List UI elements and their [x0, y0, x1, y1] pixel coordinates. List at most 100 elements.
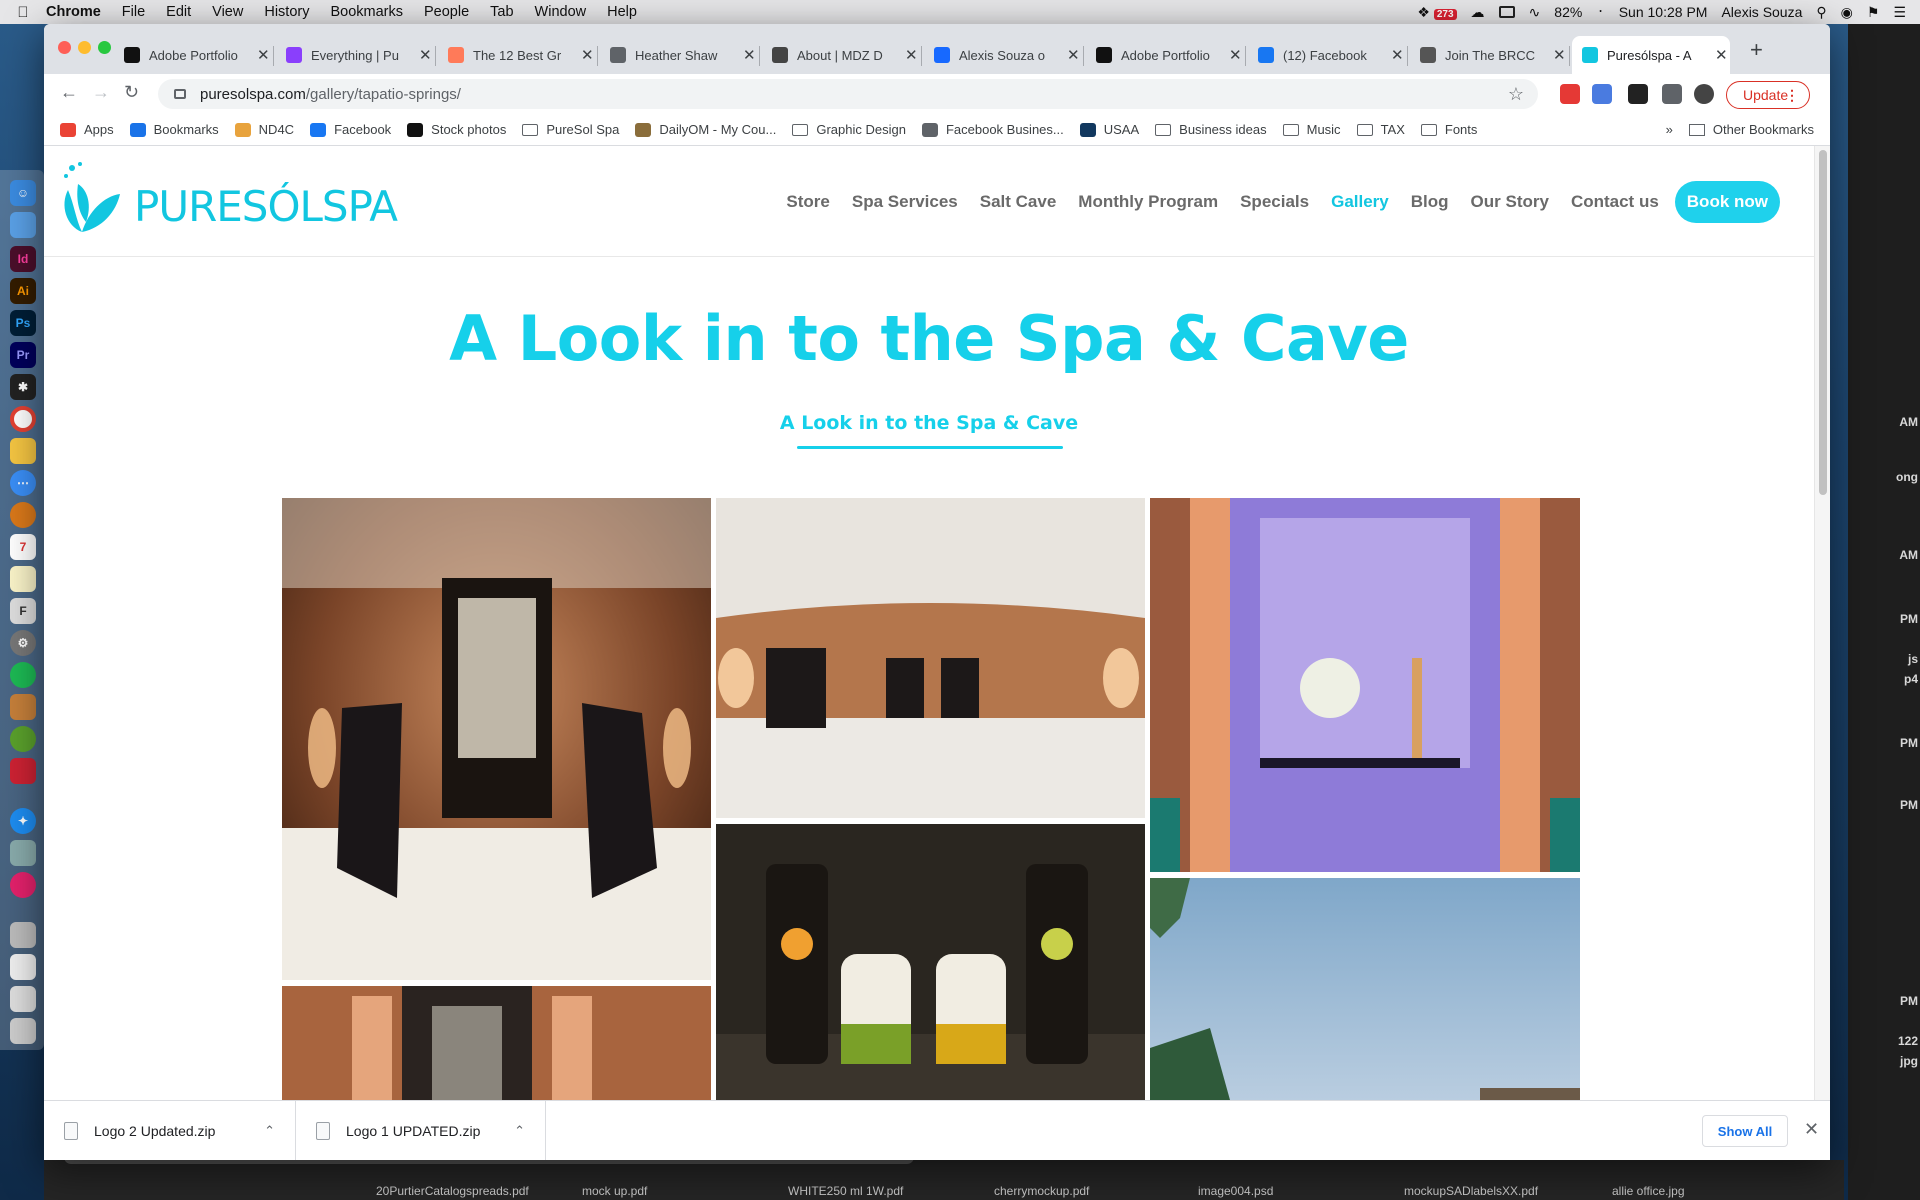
bookmark-item[interactable]: ND4C: [234, 122, 294, 137]
spotify-icon[interactable]: [10, 662, 36, 688]
reload-button[interactable]: ↻: [124, 82, 139, 103]
bookmark-item[interactable]: TAX: [1356, 122, 1405, 137]
premiere-icon[interactable]: Pr: [10, 342, 36, 368]
desktop-file-label[interactable]: mock up.pdf: [582, 1184, 647, 1198]
tab-close-icon[interactable]: ✕: [1229, 46, 1242, 64]
bookmark-item[interactable]: Music: [1282, 122, 1341, 137]
desktop-file-label[interactable]: 20PurtierCatalogspreads.pdf: [376, 1184, 529, 1198]
photoshop-icon[interactable]: Ps: [10, 310, 36, 336]
new-tab-button[interactable]: +: [1750, 37, 1763, 63]
battery-percent[interactable]: 82%: [1554, 4, 1582, 20]
minimize-window-button[interactable]: [78, 41, 91, 54]
nav-salt-cave[interactable]: Salt Cave: [980, 192, 1057, 212]
nav-contact-us[interactable]: Contact us: [1571, 192, 1659, 212]
zoom-window-button[interactable]: [98, 41, 111, 54]
profile-avatar-icon[interactable]: [1694, 84, 1714, 104]
book-now-button[interactable]: Book now: [1674, 181, 1780, 223]
bookmark-item[interactable]: USAA: [1079, 122, 1139, 137]
extensions-puzzle-icon[interactable]: [1662, 84, 1682, 104]
bookmark-item[interactable]: PureSol Spa: [522, 122, 619, 137]
chevron-up-icon[interactable]: ⌃: [514, 1123, 525, 1139]
bookmark-item[interactable]: Apps: [60, 122, 114, 137]
tab-close-icon[interactable]: ✕: [905, 46, 918, 64]
clock[interactable]: Sun 10:28 PM: [1619, 4, 1708, 20]
desktop-file-label[interactable]: cherrymockup.pdf: [994, 1184, 1089, 1198]
bookmark-item[interactable]: Facebook Busines...: [921, 122, 1064, 137]
tab-1[interactable]: Adobe Portfolio ✕: [114, 36, 272, 74]
tab-close-icon[interactable]: ✕: [1553, 46, 1566, 64]
indesign-icon[interactable]: Id: [10, 246, 36, 272]
close-window-button[interactable]: [58, 41, 71, 54]
messages-icon[interactable]: ⋯: [10, 470, 36, 496]
spotlight-icon[interactable]: ⚲: [1816, 4, 1826, 21]
bookmark-item[interactable]: Graphic Design: [792, 122, 906, 137]
tab-5[interactable]: About | MDZ D ✕: [762, 36, 920, 74]
download-item[interactable]: Logo 1 UPDATED.zip ⌃: [296, 1101, 546, 1160]
photo-booth-icon[interactable]: [10, 758, 36, 784]
bookmark-item[interactable]: Bookmarks: [129, 122, 219, 137]
archive-icon[interactable]: [10, 694, 36, 720]
tab-8[interactable]: (12) Facebook ✕: [1248, 36, 1406, 74]
trash-icon[interactable]: [10, 1018, 36, 1044]
font-book-icon[interactable]: F: [10, 598, 36, 624]
other-bookmarks[interactable]: Other Bookmarks: [1713, 122, 1814, 137]
tab-9[interactable]: Join The BRCC ✕: [1410, 36, 1568, 74]
menu-tab[interactable]: Tab: [490, 4, 513, 20]
download-item[interactable]: Logo 2 Updated.zip ⌃: [44, 1101, 296, 1160]
tab-close-icon[interactable]: ✕: [1715, 46, 1728, 64]
update-button[interactable]: Update ⋮: [1726, 81, 1810, 109]
user-name[interactable]: Alexis Souza: [1721, 4, 1802, 20]
desktop-file-label[interactable]: mockupSADlabelsXX.pdf: [1404, 1184, 1538, 1198]
documents-stack-icon[interactable]: [10, 986, 36, 1012]
gallery-image-salt-wall-purple[interactable]: [1150, 498, 1580, 872]
gallery-image-salt-wall[interactable]: [282, 986, 711, 1100]
bookmark-item[interactable]: Facebook: [310, 122, 391, 137]
gallery-image-cave-room[interactable]: [716, 498, 1145, 818]
bookmark-item[interactable]: Stock photos: [407, 122, 506, 137]
translate-extension-icon[interactable]: [1592, 84, 1612, 104]
flag-icon[interactable]: ⚑: [1867, 4, 1880, 21]
dropbox-icon[interactable]: ❖ 273: [1417, 4, 1457, 21]
tab-2[interactable]: Everything | Pu ✕: [276, 36, 434, 74]
app-green-icon[interactable]: [10, 726, 36, 752]
desktop-file-label[interactable]: WHITE250 ml 1W.pdf: [788, 1184, 903, 1198]
bookmarks-overflow-button[interactable]: »: [1666, 122, 1673, 137]
nav-our-story[interactable]: Our Story: [1471, 192, 1549, 212]
creative-cloud-dock-icon[interactable]: [10, 872, 36, 898]
nav-specials[interactable]: Specials: [1240, 192, 1309, 212]
menu-window[interactable]: Window: [535, 4, 587, 20]
address-bar[interactable]: puresolspa.com/gallery/tapatio-springs/ …: [158, 79, 1538, 109]
document-stack-icon[interactable]: [10, 922, 36, 948]
close-icon[interactable]: ✕: [1804, 1119, 1819, 1140]
tab-6[interactable]: Alexis Souza o ✕: [924, 36, 1082, 74]
nav-spa-services[interactable]: Spa Services: [852, 192, 958, 212]
illustrator-icon[interactable]: Ai: [10, 278, 36, 304]
bluetooth-icon[interactable]: ᛫: [1596, 4, 1604, 20]
system-preferences-icon[interactable]: ⚙: [10, 630, 36, 656]
bookmark-item[interactable]: Business ideas: [1155, 122, 1267, 137]
kebab-menu-icon[interactable]: ⋮: [1785, 87, 1799, 104]
nav-blog[interactable]: Blog: [1411, 192, 1449, 212]
tab-close-icon[interactable]: ✕: [1067, 46, 1080, 64]
menu-history[interactable]: History: [264, 4, 309, 20]
back-button[interactable]: ←: [60, 82, 78, 103]
wifi-icon[interactable]: ∿: [1529, 4, 1541, 21]
airplay-icon[interactable]: [1498, 6, 1515, 18]
pages-icon[interactable]: [10, 438, 36, 464]
tab-close-icon[interactable]: ✕: [419, 46, 432, 64]
show-all-button[interactable]: Show All: [1702, 1115, 1788, 1147]
menu-bookmarks[interactable]: Bookmarks: [330, 4, 403, 20]
extension-dark-icon[interactable]: [1628, 84, 1648, 104]
gallery-image-products[interactable]: [716, 824, 1145, 1100]
puresol-logo[interactable]: PURESÓLSPA: [58, 160, 398, 240]
safari-icon[interactable]: ✦: [10, 808, 36, 834]
calendar-icon[interactable]: 7: [10, 534, 36, 560]
siri-icon[interactable]: ◉: [1841, 4, 1853, 21]
tab-close-icon[interactable]: ✕: [743, 46, 756, 64]
gallery-image-salt-cave-chairs[interactable]: [282, 498, 711, 980]
nav-gallery[interactable]: Gallery: [1331, 192, 1389, 212]
menu-app-name[interactable]: Chrome: [46, 4, 101, 20]
tab-close-icon[interactable]: ✕: [257, 46, 270, 64]
tab-7[interactable]: Adobe Portfolio ✕: [1086, 36, 1244, 74]
forward-button[interactable]: →: [92, 82, 110, 103]
